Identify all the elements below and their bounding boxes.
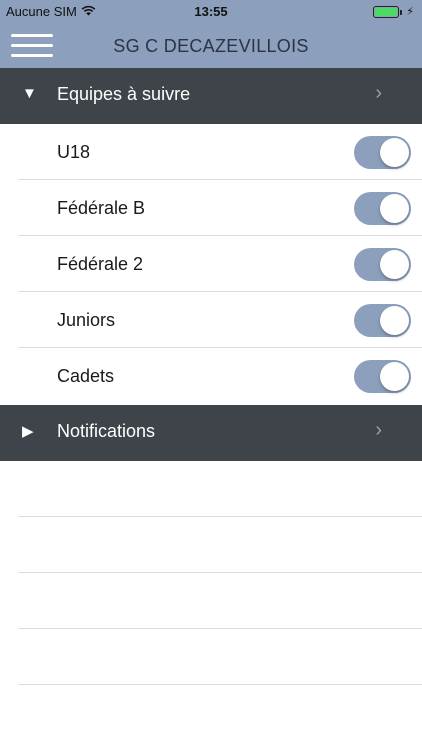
toggle-juniors[interactable] bbox=[354, 304, 411, 337]
team-label: Fédérale 2 bbox=[57, 254, 144, 274]
divider bbox=[18, 684, 422, 685]
battery-icon bbox=[373, 5, 403, 18]
list-item: Juniors bbox=[0, 292, 422, 348]
divider bbox=[18, 516, 422, 517]
team-label: Juniors bbox=[57, 310, 116, 330]
triangle-right-icon: ▶ bbox=[22, 423, 34, 440]
team-label: Fédérale B bbox=[57, 198, 146, 218]
status-right: ⚡ bbox=[373, 5, 414, 18]
triangle-down-icon: ▼ bbox=[22, 85, 37, 102]
toggle-u18[interactable] bbox=[354, 136, 411, 169]
charging-icon: ⚡ bbox=[406, 6, 414, 18]
status-bar: Aucune SIM 13:55 ⚡ bbox=[0, 0, 422, 24]
section-header-notifications[interactable]: ▶ Notifications › bbox=[0, 405, 422, 461]
section-label: Equipes à suivre bbox=[57, 84, 191, 104]
chevron-right-icon: › bbox=[375, 82, 382, 104]
section-label: Notifications bbox=[57, 421, 156, 441]
status-time: 13:55 bbox=[194, 4, 228, 19]
toggle-federale-b[interactable] bbox=[354, 192, 411, 225]
toggle-cadets[interactable] bbox=[354, 360, 411, 393]
chevron-right-icon: › bbox=[375, 419, 382, 441]
page-title: SG C DECAZEVILLOIS bbox=[113, 36, 309, 56]
divider bbox=[18, 572, 422, 573]
list-item: Fédérale 2 bbox=[0, 236, 422, 292]
list-item: U18 bbox=[0, 124, 422, 180]
team-label: U18 bbox=[57, 142, 91, 162]
nav-bar: SG C DECAZEVILLOIS bbox=[0, 24, 422, 68]
divider bbox=[18, 628, 422, 629]
toggle-federale-2[interactable] bbox=[354, 248, 411, 281]
list-item: Fédérale B bbox=[0, 180, 422, 236]
list-item: Cadets bbox=[0, 348, 422, 404]
team-label: Cadets bbox=[57, 366, 115, 386]
section-header-equipes[interactable]: ▼ Equipes à suivre › bbox=[0, 68, 422, 124]
